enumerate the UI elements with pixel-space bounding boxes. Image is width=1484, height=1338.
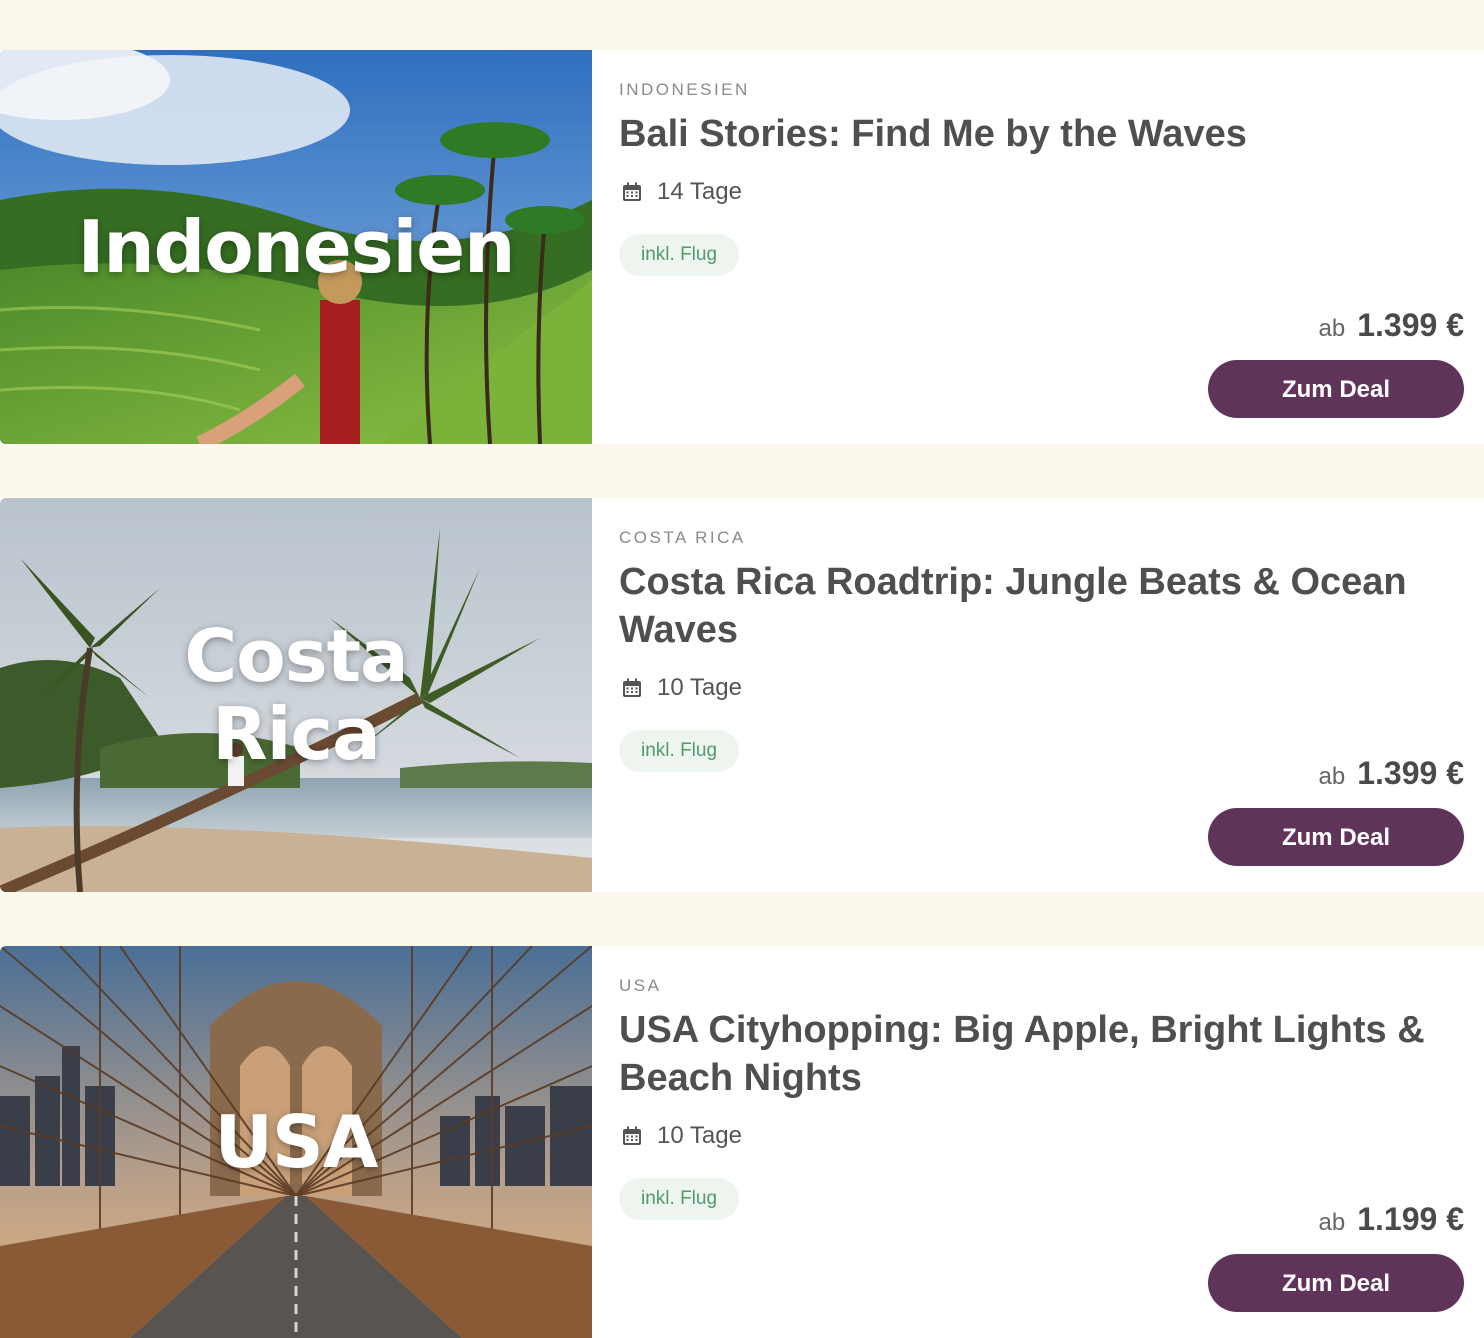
price-line: ab 1.399 € [1208,755,1464,792]
deal-image-usa[interactable]: USA [0,946,592,1338]
image-label: Indonesien [77,205,516,289]
price-block: ab 1.399 € Zum Deal [1208,755,1464,866]
deal-title[interactable]: USA Cityhopping: Big Apple, Bright Light… [619,1006,1439,1102]
deal-duration: 10 Tage [619,672,1464,704]
deal-content: USA USA Cityhopping: Big Apple, Bright L… [592,946,1484,1338]
price-value: 1.399 € [1357,307,1464,343]
deal-country: COSTA RICA [619,528,746,547]
deal-duration: 10 Tage [619,1120,1464,1152]
deal-content: COSTA RICA Costa Rica Roadtrip: Jungle B… [592,498,1484,892]
image-label: USA [214,1100,378,1184]
deal-list: Indonesien INDONESIEN Bali Stories: Find… [0,0,1484,1338]
price-value: 1.199 € [1357,1201,1464,1237]
deal-card-indonesien[interactable]: Indonesien INDONESIEN Bali Stories: Find… [0,50,1484,444]
deal-duration: 14 Tage [619,176,1464,208]
deal-image-indonesien[interactable]: Indonesien [0,50,592,444]
price-prefix: ab [1318,1209,1346,1236]
image-label: Costa Rica [184,614,408,776]
price-line: ab 1.199 € [1208,1201,1464,1238]
duration-text: 10 Tage [657,1122,742,1149]
deal-card-costa-rica[interactable]: Costa Rica COSTA RICA Costa Rica Roadtri… [0,498,1484,892]
price-block: ab 1.199 € Zum Deal [1208,1201,1464,1312]
price-block: ab 1.399 € Zum Deal [1208,307,1464,418]
price-prefix: ab [1318,763,1346,790]
calendar-icon [623,1126,641,1145]
flight-included-badge: inkl. Flug [619,234,740,276]
zum-deal-button[interactable]: Zum Deal [1208,1254,1464,1312]
calendar-icon [623,182,641,201]
price-value: 1.399 € [1357,755,1464,791]
zum-deal-button[interactable]: Zum Deal [1208,808,1464,866]
price-line: ab 1.399 € [1208,307,1464,344]
flight-included-badge: inkl. Flug [619,1178,740,1220]
deal-title[interactable]: Costa Rica Roadtrip: Jungle Beats & Ocea… [619,558,1439,654]
calendar-icon [623,678,641,697]
deal-card-usa[interactable]: USA USA USA Cityhopping: Big Apple, Brig… [0,946,1484,1338]
duration-text: 14 Tage [657,178,742,205]
deal-content: INDONESIEN Bali Stories: Find Me by the … [592,50,1484,444]
flight-included-badge: inkl. Flug [619,730,740,772]
duration-text: 10 Tage [657,674,742,701]
deal-country: INDONESIEN [619,80,750,99]
deal-country: USA [619,976,662,995]
deal-title[interactable]: Bali Stories: Find Me by the Waves [619,110,1439,158]
deal-image-costa-rica[interactable]: Costa Rica [0,498,592,892]
zum-deal-button[interactable]: Zum Deal [1208,360,1464,418]
price-prefix: ab [1318,315,1346,342]
